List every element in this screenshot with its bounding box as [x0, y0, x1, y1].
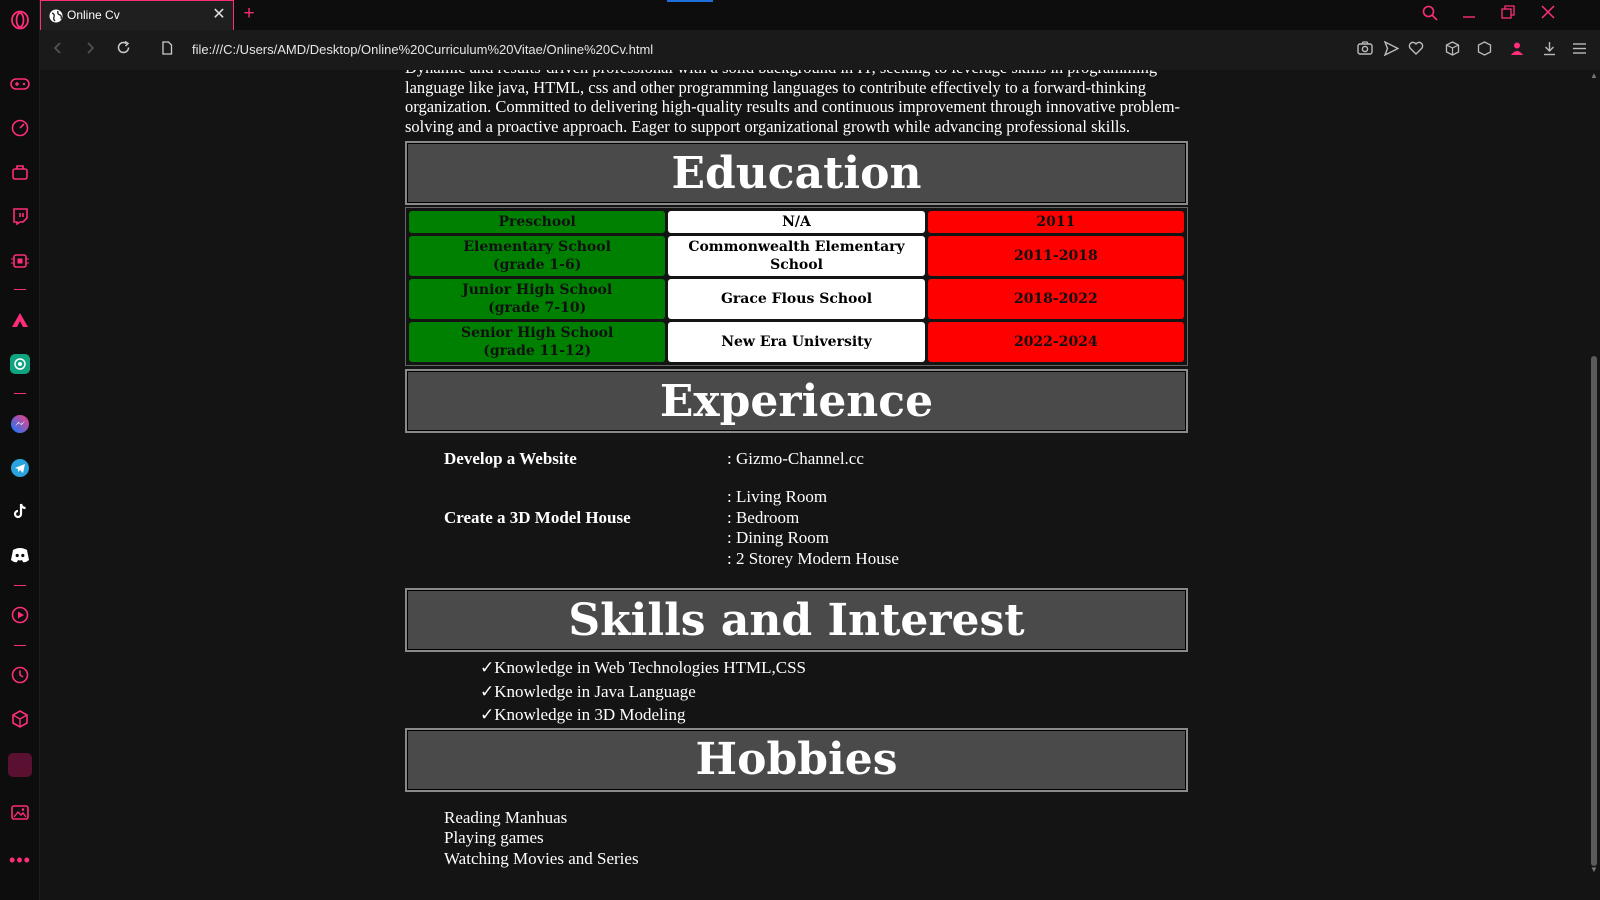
page-viewport: Dynamic and results-driven professional …: [40, 70, 1588, 900]
hobbies-heading: Hobbies: [405, 727, 1188, 792]
table-row: Elementary School (grade 1-6) Commonwealt…: [409, 236, 1184, 276]
education-level: Elementary School (grade 1-6): [409, 236, 666, 276]
experience-title: Create a 3D Model House: [444, 508, 631, 527]
more-icon[interactable]: •••: [8, 848, 32, 872]
back-icon[interactable]: [48, 40, 68, 60]
close-tab-icon[interactable]: ✕: [211, 6, 227, 24]
experience-detail: : 2 Storey Modern House: [727, 549, 899, 568]
forward-icon[interactable]: [80, 40, 100, 60]
gamepad-icon[interactable]: [8, 72, 32, 96]
scroll-down-icon[interactable]: ▼: [1588, 864, 1600, 876]
education-years: 2011: [927, 211, 1184, 233]
url-field[interactable]: file:///C:/Users/AMD/Desktop/Online%20Cu…: [192, 42, 653, 57]
sidebar-divider: [14, 393, 26, 394]
experience-detail: : Living Room: [727, 487, 828, 506]
vpn-box-icon[interactable]: [1475, 41, 1493, 59]
restore-icon[interactable]: [1498, 5, 1518, 25]
menu-icon[interactable]: [1570, 41, 1588, 59]
aria-icon[interactable]: [8, 308, 32, 332]
skill-item: ✓Knowledge in 3D Modeling: [480, 705, 686, 724]
workspace-icon[interactable]: [8, 753, 32, 777]
experience-detail: : Bedroom: [727, 508, 800, 527]
download-icon[interactable]: [1540, 41, 1558, 59]
reload-icon[interactable]: [113, 40, 133, 60]
new-tab-icon[interactable]: +: [240, 3, 258, 25]
minimize-icon[interactable]: [1459, 5, 1479, 25]
skills-list: ✓Knowledge in Web Technologies HTML,CSS …: [405, 656, 1188, 727]
sidebar-divider: [14, 289, 26, 290]
education-school: New Era University: [668, 322, 925, 362]
telegram-icon[interactable]: [8, 456, 32, 480]
chatgpt-icon[interactable]: [8, 352, 32, 376]
file-icon[interactable]: [157, 40, 177, 60]
sidebar: •••: [0, 0, 40, 900]
experience-list: Develop a Website : Gizmo-Channel.cc Cre…: [405, 433, 1188, 588]
tiktok-icon[interactable]: [8, 499, 32, 523]
education-school: N/A: [668, 211, 925, 233]
hobby-item: Watching Movies and Series: [444, 848, 639, 868]
player-icon[interactable]: [8, 603, 32, 627]
close-window-icon[interactable]: [1538, 5, 1558, 25]
table-row: Preschool N/A 2011: [409, 211, 1184, 233]
box-icon[interactable]: [1443, 41, 1461, 59]
experience-detail: : Dining Room: [727, 528, 830, 547]
twitch-icon[interactable]: [8, 204, 32, 228]
education-years: 2018-2022: [927, 279, 1184, 319]
education-heading: Education: [405, 141, 1188, 205]
speed-dial-icon[interactable]: [8, 116, 32, 140]
education-level: Senior High School (grade 11-12): [409, 322, 666, 362]
education-school: Grace Flous School: [668, 279, 925, 319]
education-school: Commonwealth Elementary School: [668, 236, 925, 276]
tab-bar: Online Cv ✕ +: [40, 0, 1600, 30]
experience-detail: : Gizmo-Channel.cc: [727, 449, 864, 468]
tab-title: Online Cv: [67, 8, 120, 22]
profile-icon[interactable]: [1508, 41, 1526, 59]
search-tabs-icon[interactable]: [1420, 5, 1440, 25]
sidebar-divider: [14, 585, 26, 586]
globe-icon: [49, 9, 63, 23]
send-icon[interactable]: [1382, 40, 1400, 59]
camera-icon[interactable]: [1356, 41, 1374, 59]
education-years: 2022-2024: [927, 322, 1184, 362]
tab-online-cv[interactable]: Online Cv ✕: [40, 0, 234, 30]
experience-title: Develop a Website: [444, 449, 577, 468]
table-row: Junior High School (grade 7-10) Grace Flo…: [409, 279, 1184, 319]
discord-icon[interactable]: [8, 543, 32, 567]
page-scrollbar[interactable]: ▲ ▼: [1588, 70, 1600, 900]
gallery-icon[interactable]: [8, 800, 32, 824]
skill-item: ✓Knowledge in Java Language: [480, 681, 696, 701]
opera-logo-icon[interactable]: [8, 8, 32, 32]
cpu-icon[interactable]: [8, 249, 32, 273]
bag-icon[interactable]: [8, 160, 32, 184]
skills-heading: Skills and Interest: [405, 588, 1188, 652]
experience-heading: Experience: [405, 369, 1188, 433]
history-icon[interactable]: [8, 663, 32, 687]
scroll-up-icon[interactable]: ▲: [1588, 70, 1600, 82]
hobby-item: Playing games: [444, 828, 544, 847]
heart-icon[interactable]: [1407, 41, 1425, 59]
scroll-thumb[interactable]: [1591, 356, 1597, 866]
tab-indicator: [667, 0, 713, 2]
address-bar: file:///C:/Users/AMD/Desktop/Online%20Cu…: [40, 30, 1600, 70]
hobbies-list: Reading Manhuas Playing games Watching M…: [405, 808, 1188, 870]
education-level: Junior High School (grade 7-10): [409, 279, 666, 319]
sidebar-divider: [14, 645, 26, 646]
education-years: 2011-2018: [927, 236, 1184, 276]
education-level: Preschool: [409, 211, 666, 233]
table-row: Senior High School (grade 11-12) New Era …: [409, 322, 1184, 362]
skill-item: ✓Knowledge in Web Technologies HTML,CSS: [480, 658, 807, 677]
messenger-icon[interactable]: [8, 412, 32, 436]
cv-intro: Dynamic and results-driven professional …: [405, 70, 1181, 136]
cv-document: Dynamic and results-driven professional …: [405, 70, 1188, 869]
hobby-item: Reading Manhuas: [444, 807, 568, 827]
cube-icon[interactable]: [8, 707, 32, 731]
education-table: Preschool N/A 2011 Elementary School (gra…: [405, 207, 1188, 366]
